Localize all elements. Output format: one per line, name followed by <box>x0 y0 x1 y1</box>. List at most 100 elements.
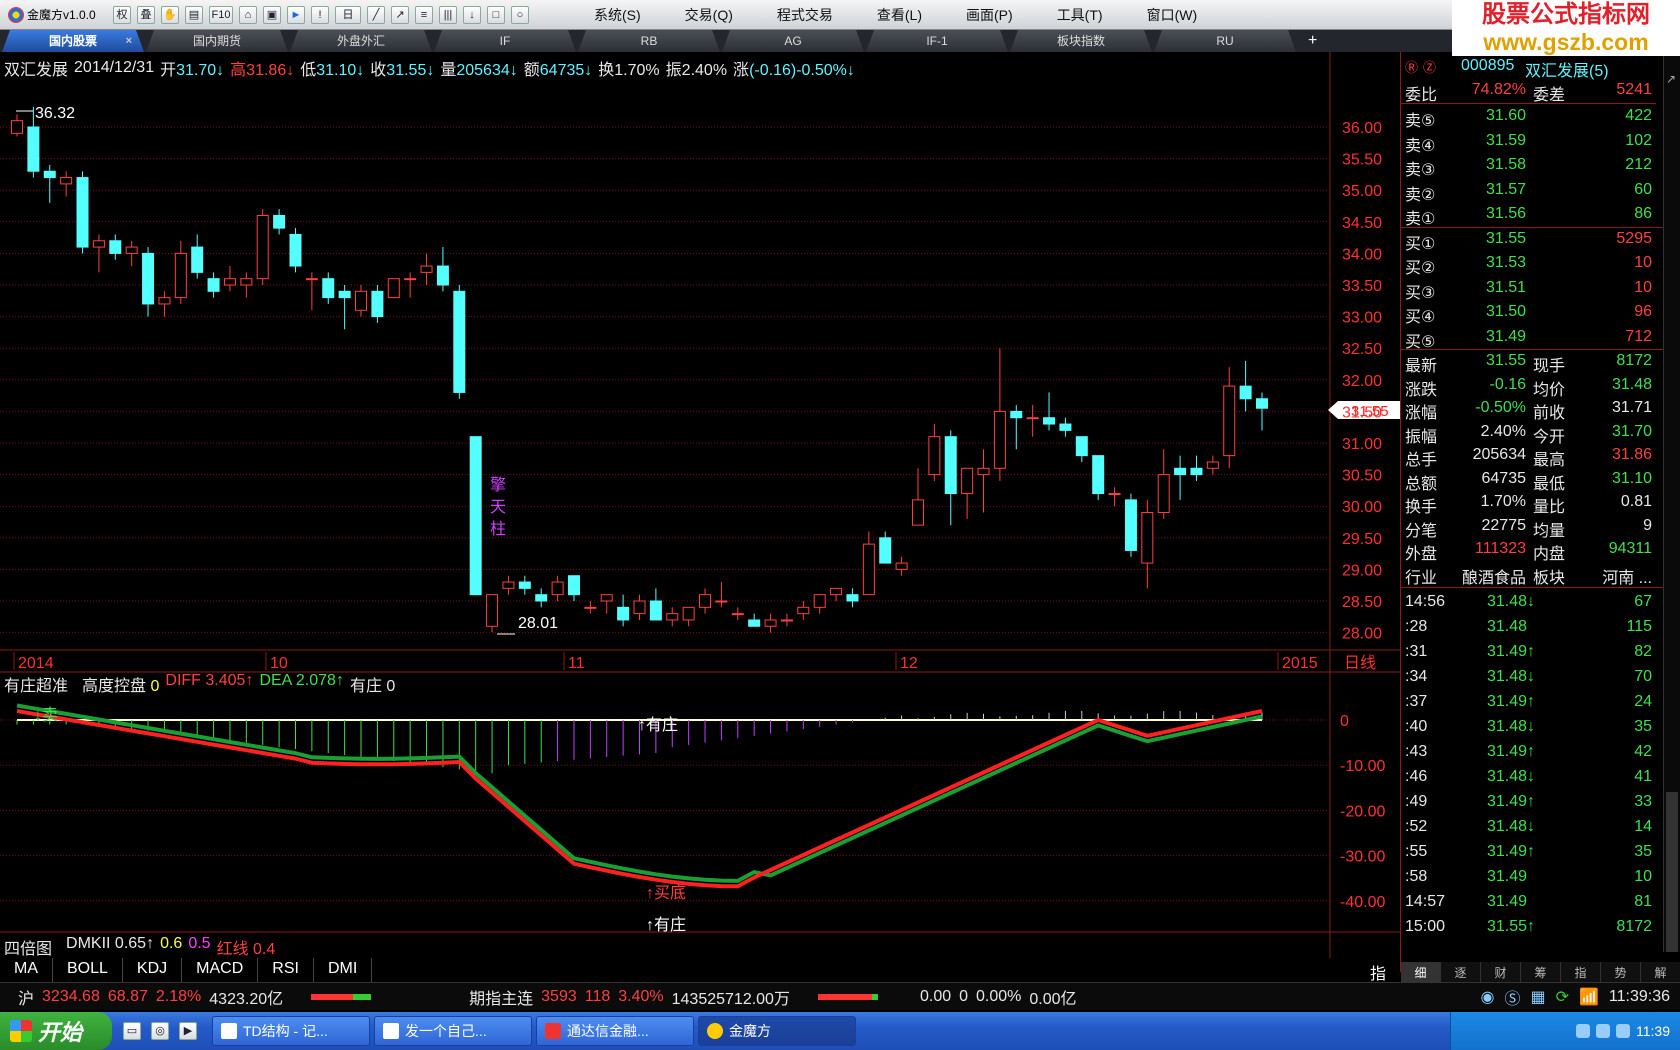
task-post[interactable]: 发一个自己... <box>374 1016 532 1046</box>
candle-body <box>256 214 269 280</box>
side-tab[interactable]: 指 <box>1561 962 1601 984</box>
candle-body <box>649 600 662 621</box>
close-icon[interactable]: × <box>126 30 132 52</box>
menu-view[interactable]: 查看(L) <box>855 5 944 25</box>
menu-window[interactable]: 窗口(W) <box>1125 5 1220 25</box>
side-tab[interactable]: 逐 <box>1441 962 1481 984</box>
stat-row: 行业 酿酒食品 板块 河南 ... <box>1401 562 1656 587</box>
quan-button[interactable]: 权 <box>113 5 131 24</box>
side-tab[interactable]: 筹 <box>1521 962 1561 984</box>
task-tdx[interactable]: 通达信金融... <box>536 1016 694 1046</box>
scroll-up-icon[interactable]: ↗ <box>1666 72 1678 86</box>
indicator-toggle-button[interactable]: 指 <box>1356 958 1400 983</box>
f10-button[interactable]: F10 <box>209 5 233 24</box>
tick-price: 31.48↓ <box>1487 768 1536 785</box>
refresh-icon[interactable]: ⟳ <box>1556 987 1569 1007</box>
stat-value: 酿酒食品 <box>1461 569 1526 587</box>
add-tab-button[interactable]: + <box>1296 30 1317 52</box>
indicator-tab-boll[interactable]: BOLL <box>53 958 123 982</box>
draw-line-icon[interactable]: ╱ <box>367 5 385 24</box>
period-button[interactable]: 日 <box>335 5 361 24</box>
indicator-tab-ma[interactable]: MA <box>0 958 53 982</box>
tab-if-1[interactable]: IF-1 <box>866 30 1008 52</box>
side-tab[interactable]: 细 <box>1401 962 1441 984</box>
scroll-thumb[interactable] <box>1666 792 1678 952</box>
stat-value: 205634 <box>1472 446 1526 463</box>
side-tab[interactable]: 财 <box>1481 962 1521 984</box>
stat-label: 内盘 <box>1533 546 1566 563</box>
stat-value: -0.16 <box>1489 375 1526 393</box>
keyboard-icon[interactable] <box>1576 1024 1590 1038</box>
tab-sector-index[interactable]: 板块指数 <box>1010 30 1152 52</box>
x-axis-label: 12 <box>900 655 918 672</box>
overlay-icon[interactable]: 叠 <box>137 5 155 24</box>
menu-tools[interactable]: 工具(T) <box>1035 5 1125 25</box>
play-icon[interactable]: ► <box>287 5 305 24</box>
tab-ag[interactable]: AG <box>722 30 864 52</box>
tab-ru[interactable]: RU <box>1154 30 1296 52</box>
tick-volume: 35 <box>1634 843 1652 860</box>
indicator-tab-rsi[interactable]: RSI <box>258 958 314 982</box>
circle-icon[interactable]: ○ <box>511 5 529 24</box>
bid-price: 31.50 <box>1485 303 1526 320</box>
menu-program-trade[interactable]: 程式交易 <box>755 5 855 25</box>
trend-icon[interactable]: ↗ <box>391 5 409 24</box>
volume-icon[interactable] <box>1596 1024 1610 1038</box>
candle-body <box>436 265 449 286</box>
tick-time: :49 <box>1405 793 1428 810</box>
network-icon[interactable] <box>1616 1024 1630 1038</box>
stock-name: 双汇发展 <box>4 62 69 79</box>
indicator-tab-kdj[interactable]: KDJ <box>123 958 183 982</box>
task-td-notes[interactable]: TD结构 - 记... <box>212 1016 370 1046</box>
sell-mark: ↓卖 <box>34 706 58 724</box>
indicator2-name[interactable]: 四倍图 <box>4 935 52 959</box>
tick-price: 31.48 <box>1487 618 1528 635</box>
tab-rb[interactable]: RB <box>578 30 720 52</box>
task-label: 通达信金融... <box>567 1023 649 1039</box>
side-tab[interactable]: 解 <box>1641 962 1680 984</box>
candle-body <box>551 581 564 596</box>
tick-volume: 8172 <box>1616 918 1652 935</box>
tick-time: :46 <box>1405 768 1428 785</box>
side-tab[interactable]: 势 <box>1601 962 1641 984</box>
lock-icon[interactable]: ▣ <box>263 5 281 24</box>
home-icon[interactable]: ⌂ <box>239 5 257 24</box>
grid-small-icon[interactable]: ▦ <box>1530 987 1545 1007</box>
indicator-tab-dmi[interactable]: DMI <box>314 958 373 982</box>
hand-icon[interactable]: ✋ <box>161 5 179 24</box>
signal-icon[interactable]: 📶 <box>1579 987 1599 1007</box>
menu-trade[interactable]: 交易(Q) <box>663 5 755 25</box>
tab-domestic-futures[interactable]: 国内期货 <box>146 30 288 52</box>
chart-area[interactable]: 2014 10 11 12 2015 日线 36.3228.01擎天柱31.55 36.0… <box>0 52 1400 958</box>
indicator-y-tick: -40.00 <box>1340 894 1385 911</box>
indicator-tab-macd[interactable]: MACD <box>182 958 259 982</box>
y-tick-label: 30.50 <box>1342 468 1382 485</box>
tick-row: :34 31.48↓ 70 <box>1401 666 1656 691</box>
desktop-icon[interactable]: ▭ <box>123 1022 141 1040</box>
rect-icon[interactable]: □ <box>487 5 505 24</box>
alert-icon[interactable]: ! <box>311 5 329 24</box>
tab-if[interactable]: IF <box>434 30 576 52</box>
s-icon[interactable]: Ⓢ <box>1504 985 1520 1009</box>
r-icon: Ⓡ <box>1405 60 1419 75</box>
start-button[interactable]: 开始 <box>0 1012 112 1050</box>
bars-icon[interactable]: ||| <box>439 5 457 24</box>
tab-forex[interactable]: 外盘外汇 <box>290 30 432 52</box>
scrollbar[interactable]: ↗ <box>1663 52 1680 952</box>
grid-icon[interactable]: ▤ <box>185 5 203 24</box>
candle-body <box>387 278 400 299</box>
wc-label: 委差 <box>1533 87 1566 104</box>
indicator1-name[interactable]: 有庄超准 <box>4 672 68 696</box>
task-jinmofang[interactable]: 金魔方 <box>698 1016 856 1046</box>
menu-system[interactable]: 系统(S) <box>572 5 663 25</box>
menu-screen[interactable]: 画面(P) <box>944 5 1035 25</box>
media-icon[interactable]: ▶ <box>179 1022 197 1040</box>
arrow-down-icon[interactable]: ↓ <box>463 5 481 24</box>
connect-icon[interactable]: ◉ <box>1480 987 1494 1007</box>
tab-domestic-stocks[interactable]: 国内股票 × <box>2 30 144 52</box>
candle-body <box>420 265 433 273</box>
tab-label: RU <box>1216 34 1234 48</box>
tick-row: 15:00 31.55↑ 8172 <box>1401 916 1656 941</box>
browser-icon[interactable]: ◎ <box>151 1022 169 1040</box>
fib-icon[interactable]: ≡ <box>415 5 433 24</box>
